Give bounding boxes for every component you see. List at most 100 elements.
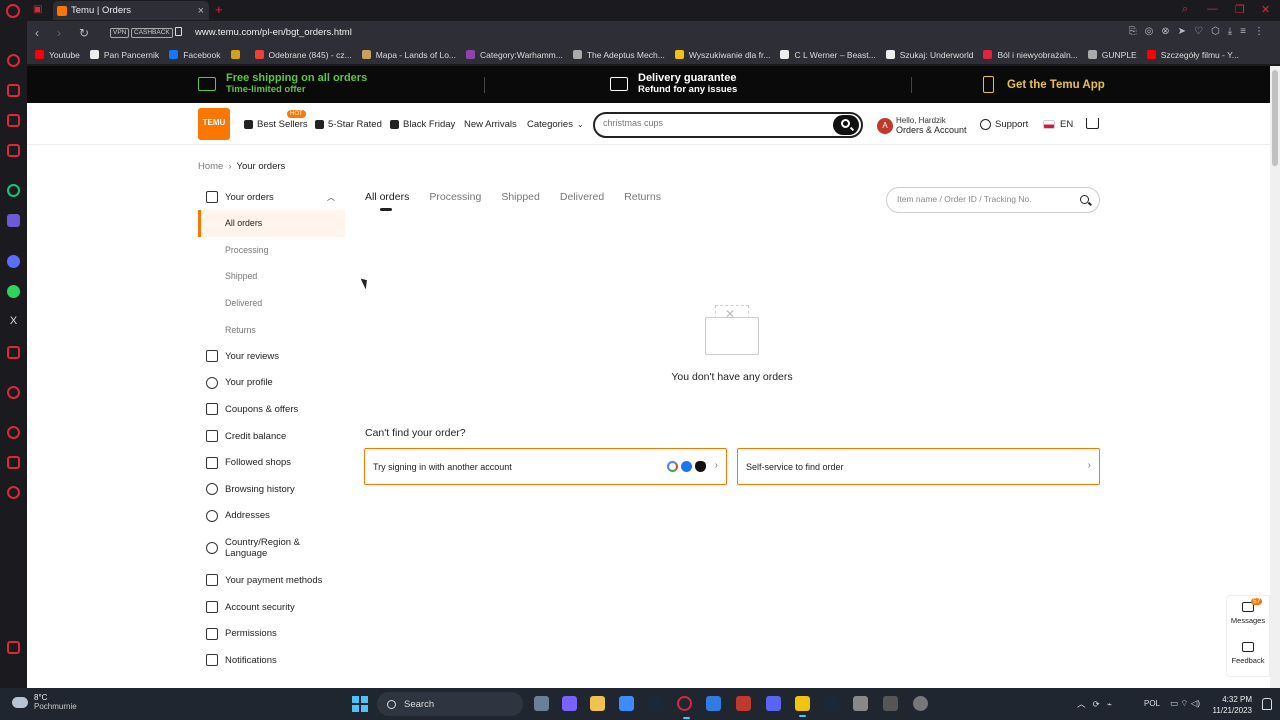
new-tab-icon[interactable]: +	[215, 2, 223, 17]
delivery-guarantee-promo[interactable]: Delivery guarantee Refund for any issues	[610, 72, 737, 95]
whatsapp-icon[interactable]	[7, 285, 20, 298]
settings-icon[interactable]	[913, 696, 928, 711]
sidebar-item[interactable]: Coupons & offers	[198, 396, 345, 423]
chatgpt-icon[interactable]	[7, 184, 20, 197]
history-sidebar-icon[interactable]	[7, 386, 20, 399]
speed-dial-icon[interactable]	[7, 54, 20, 67]
twitch-icon[interactable]	[7, 114, 20, 127]
chatsonic-icon[interactable]	[7, 214, 20, 227]
cube-icon[interactable]	[7, 456, 20, 469]
search-button[interactable]	[833, 115, 859, 135]
order-search-input[interactable]	[897, 194, 1067, 204]
opera-logo-icon[interactable]	[6, 4, 20, 18]
opera-gx-icon[interactable]	[677, 696, 692, 719]
back-icon[interactable]: ‹	[35, 26, 39, 40]
sidebar-item[interactable]: Your payment methods	[198, 567, 345, 594]
sidebar-sub-delivered[interactable]: Delivered	[198, 290, 345, 317]
bookmark-item[interactable]: C L Werner – Beast...	[780, 50, 876, 60]
vk-icon[interactable]	[7, 346, 20, 359]
account-menu[interactable]: A Hello, Hardzik Orders & Account	[877, 116, 967, 135]
sidebar-sub-returns[interactable]: Returns	[198, 316, 345, 343]
bookmark-item[interactable]: Mapa - Lands of Lo...	[361, 50, 456, 60]
temu-logo[interactable]: TEMU	[198, 108, 230, 140]
bookmark-item[interactable]: Wyszukiwanie dla fr...	[674, 50, 770, 60]
minimize-icon[interactable]: —	[1207, 3, 1218, 15]
input-language[interactable]: POL	[1144, 699, 1160, 708]
messages-button[interactable]: 57 Messages	[1227, 596, 1269, 636]
order-search[interactable]	[886, 187, 1100, 213]
vpn-badge[interactable]: VPN	[110, 28, 130, 38]
tab-returns[interactable]: Returns	[624, 191, 661, 203]
settings-icon[interactable]	[7, 486, 20, 499]
page-scrollbar[interactable]	[1270, 66, 1280, 688]
scrollbar-thumb[interactable]	[1272, 70, 1278, 166]
bookmark-item[interactable]: Category:Warhamm...	[466, 50, 563, 60]
address-bar-actions[interactable]: ⎘◎⊗➤♡⬡⤓≡⋮	[1129, 26, 1272, 37]
get-app-link[interactable]: Get the Temu App	[983, 76, 1105, 93]
bookmark-item[interactable]: Ból i niewyobrażaln...	[983, 50, 1078, 60]
bookmark-item[interactable]: GUNPLE	[1087, 50, 1137, 60]
reload-icon[interactable]: ↻	[79, 26, 89, 40]
game-icon[interactable]	[736, 696, 751, 711]
system-tray-icons[interactable]: ︿ ⟳ ⌁	[1077, 698, 1112, 710]
sidebar-item[interactable]: Account security	[198, 594, 345, 621]
steam-icon[interactable]	[824, 696, 839, 711]
x-twitter-icon[interactable]: X	[7, 315, 20, 328]
sidebar-item[interactable]: Browsing history	[198, 476, 345, 503]
bookmark-item[interactable]: Szczegóły filmu - Y...	[1146, 50, 1239, 60]
clock[interactable]: 4:32 PM 11/21/2023	[1208, 694, 1252, 716]
notification-icon[interactable]	[1262, 698, 1272, 710]
nav-new-arrivals[interactable]: New Arrivals	[464, 119, 517, 130]
sidebar-item[interactable]: Your profile	[198, 370, 345, 397]
player-icon[interactable]	[7, 144, 20, 157]
close-window-icon[interactable]: ✕	[1261, 3, 1270, 16]
active-app-icon[interactable]	[795, 696, 810, 717]
clock-icon[interactable]	[7, 426, 20, 439]
bookmark-item[interactable]	[230, 50, 245, 59]
nav-black-friday[interactable]: Black Friday	[390, 119, 455, 130]
breadcrumb-home[interactable]: Home	[198, 161, 223, 172]
bookmark-item[interactable]: The Adeptus Mech...	[572, 50, 665, 60]
sidebar-sub-processing[interactable]: Processing	[198, 237, 345, 264]
sidebar-item[interactable]: Followed shops	[198, 449, 345, 476]
tab-close-icon[interactable]: ×	[198, 5, 204, 17]
discord-icon[interactable]	[766, 696, 781, 711]
cart-icon[interactable]	[1086, 118, 1099, 129]
nav-categories[interactable]: Categories ⌄	[527, 119, 584, 130]
more-icon[interactable]	[7, 641, 20, 654]
sidebar-item[interactable]: Country/Region & Language	[198, 529, 345, 567]
sidebar-item[interactable]: Your reviews	[198, 343, 345, 370]
app-icon[interactable]	[853, 696, 868, 711]
tab-menu-icon[interactable]: ▣	[33, 4, 42, 15]
bookmark-item[interactable]: Pan Pancernik	[89, 50, 159, 60]
windows-start-icon[interactable]	[352, 696, 368, 712]
product-search[interactable]	[593, 112, 863, 138]
bookmark-item[interactable]: Odebrane (845) - cz...	[254, 50, 352, 60]
app-icon[interactable]	[883, 696, 898, 711]
bookmark-item[interactable]: Szukaj: Underworld	[885, 50, 973, 60]
search-tabs-icon[interactable]: ⌕	[1182, 3, 1188, 16]
tab-shipped[interactable]: Shipped	[501, 191, 540, 203]
sidebar-sub-shipped[interactable]: Shipped	[198, 263, 345, 290]
sidebar-item[interactable]: Permissions	[198, 620, 345, 647]
sidebar-your-orders[interactable]: Your orders ︿	[198, 184, 345, 210]
teams-icon[interactable]	[562, 696, 577, 711]
taskbar-search[interactable]: Search	[377, 692, 523, 716]
file-explorer-icon[interactable]	[590, 696, 605, 711]
bag-icon[interactable]	[7, 84, 20, 97]
sidebar-item[interactable]: Addresses	[198, 503, 345, 530]
language-selector[interactable]: EN	[1043, 119, 1073, 130]
chevron-up-icon[interactable]: ︿	[327, 192, 335, 203]
search-icon[interactable]	[1080, 195, 1089, 204]
search-input[interactable]	[603, 118, 823, 128]
signin-another-account-option[interactable]: Try signing in with another account ›	[364, 448, 727, 485]
url-field[interactable]: www.temu.com/pl-en/bgt_orders.html	[195, 27, 352, 38]
messenger-icon[interactable]	[7, 255, 20, 268]
lock-icon[interactable]	[175, 27, 182, 36]
app-icon[interactable]	[706, 696, 721, 711]
steam-icon[interactable]	[648, 696, 663, 711]
bookmark-item[interactable]: Youtube	[35, 50, 80, 60]
sidebar-item[interactable]: Credit balance	[198, 423, 345, 450]
task-view-icon[interactable]	[534, 696, 549, 711]
tab-all-orders[interactable]: All orders	[365, 191, 409, 211]
